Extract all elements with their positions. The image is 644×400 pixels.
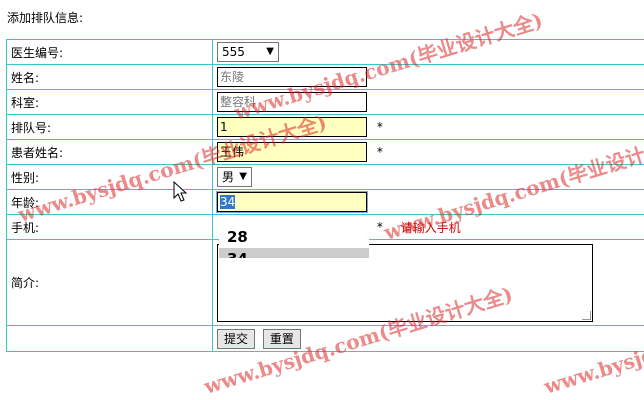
gender-select[interactable]: 男 ▼ bbox=[217, 167, 252, 187]
page-title: 添加排队信息: bbox=[7, 9, 83, 26]
age-autocomplete-list: 28 34 bbox=[219, 226, 369, 258]
row-age: 年龄: 34 bbox=[7, 190, 644, 215]
queue-form: 医生编号: 555 ▼ 姓名: 东陵 科室: 整容科 排队号: 1 * 患者姓名… bbox=[6, 39, 644, 352]
queue-no-field[interactable]: 1 bbox=[217, 117, 367, 137]
department-field[interactable]: 整容科 bbox=[217, 92, 367, 112]
patient-name-label: 患者姓名: bbox=[7, 140, 213, 165]
chevron-down-icon: ▼ bbox=[239, 168, 247, 186]
resize-grip-icon[interactable] bbox=[582, 311, 591, 320]
patient-name-field[interactable]: 王伟 bbox=[217, 142, 367, 162]
intro-label: 简介: bbox=[7, 240, 213, 326]
required-mark: * bbox=[377, 220, 383, 234]
doctor-id-select[interactable]: 555 ▼ bbox=[217, 42, 279, 62]
department-label: 科室: bbox=[7, 90, 213, 115]
phone-label: 手机: bbox=[7, 215, 213, 240]
required-mark: * bbox=[377, 145, 383, 159]
reset-button[interactable]: 重置 bbox=[263, 329, 301, 349]
row-doctor-id: 医生编号: 555 ▼ bbox=[7, 40, 644, 65]
row-actions: 提交 重置 bbox=[7, 326, 644, 352]
row-department: 科室: 整容科 bbox=[7, 90, 644, 115]
name-field[interactable]: 东陵 bbox=[217, 67, 367, 87]
row-name: 姓名: 东陵 bbox=[7, 65, 644, 90]
mouse-pointer-icon bbox=[173, 181, 189, 203]
row-patient-name: 患者姓名: 王伟 * bbox=[7, 140, 644, 165]
doctor-id-label: 医生编号: bbox=[7, 40, 213, 65]
actions-label-cell bbox=[7, 326, 213, 352]
row-queue-no: 排队号: 1 * bbox=[7, 115, 644, 140]
queue-no-label: 排队号: bbox=[7, 115, 213, 140]
name-label: 姓名: bbox=[7, 65, 213, 90]
autocomplete-item[interactable]: 34 bbox=[219, 248, 369, 258]
phone-hint: 请输入手机 bbox=[401, 221, 461, 235]
row-gender: 性别: 男 ▼ bbox=[7, 165, 644, 190]
submit-button[interactable]: 提交 bbox=[217, 329, 255, 349]
gender-selected-value: 男 bbox=[222, 170, 234, 184]
chevron-down-icon: ▼ bbox=[266, 43, 274, 61]
age-value: 34 bbox=[220, 195, 235, 209]
autocomplete-item[interactable]: 28 bbox=[219, 226, 369, 248]
age-field[interactable]: 34 bbox=[217, 192, 367, 212]
doctor-id-selected-value: 555 bbox=[222, 45, 245, 59]
required-mark: * bbox=[377, 120, 383, 134]
